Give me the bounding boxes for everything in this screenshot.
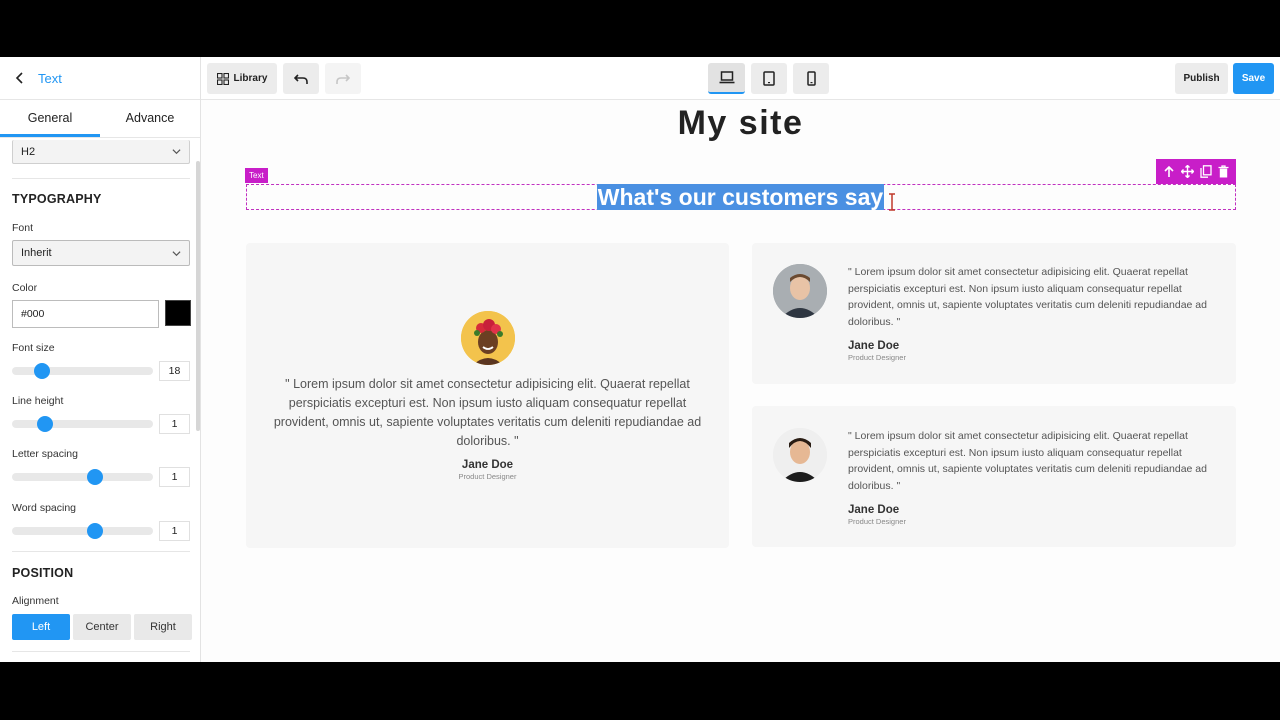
color-label: Color (12, 282, 38, 294)
font-size-label: Font size (12, 342, 55, 354)
slider-thumb[interactable] (37, 416, 53, 432)
testimonial-name: Jane Doe (461, 459, 514, 471)
divider (12, 178, 190, 179)
copy-icon[interactable] (1200, 165, 1212, 178)
person-photo-icon (461, 311, 515, 365)
editor-toolbar: Library Publish Save (201, 57, 1280, 100)
grid-icon (216, 72, 229, 85)
testimonial-role: Product Designer (458, 472, 517, 481)
align-right-button[interactable]: Right (134, 614, 192, 640)
page-builder-app: Text General Advance H2 TYPOGRAPHY Font … (0, 57, 1280, 662)
testimonial-name: Jane Doe (848, 340, 900, 352)
library-button[interactable]: Library (207, 63, 277, 94)
redo-button[interactable] (325, 63, 361, 94)
font-size-slider[interactable] (12, 363, 153, 379)
person-photo-icon (773, 264, 827, 318)
testimonial-quote: " Lorem ipsum dolor sit amet consectetur… (848, 430, 1207, 492)
tablet-view-button[interactable] (751, 63, 787, 94)
testimonial-quote: " Lorem ipsum dolor sit amet consectetur… (848, 266, 1207, 328)
site-title[interactable]: My site (201, 104, 1280, 143)
avatar (773, 264, 827, 318)
redo-icon (336, 73, 350, 84)
slider-thumb[interactable] (87, 523, 103, 539)
position-title: POSITION (12, 566, 74, 580)
font-size-slider-row: 18 (12, 360, 190, 382)
line-height-input[interactable]: 1 (159, 414, 190, 434)
line-height-slider[interactable] (12, 416, 153, 432)
tablet-icon (763, 71, 775, 86)
desktop-view-button[interactable] (708, 63, 745, 94)
line-height-label: Line height (12, 395, 64, 407)
word-spacing-label: Word spacing (12, 502, 77, 514)
back-arrow-icon[interactable] (14, 72, 26, 84)
sidebar-tabs: General Advance (0, 100, 200, 138)
color-row: #000 (12, 300, 191, 328)
selected-element-tag: Text (245, 168, 268, 183)
person-photo-icon (773, 428, 827, 482)
testimonial-card[interactable]: " Lorem ipsum dolor sit amet consectetur… (752, 406, 1236, 547)
text-cursor-icon (889, 193, 895, 211)
editor-canvas[interactable]: My site Text What's our customers say " … (201, 100, 1280, 662)
sidebar-header: Text (0, 57, 200, 100)
chevron-down-icon (172, 149, 181, 155)
align-center-button[interactable]: Center (73, 614, 131, 640)
alignment-buttons: Left Center Right (12, 614, 192, 640)
font-size-input[interactable]: 18 (159, 361, 190, 381)
tab-general[interactable]: General (0, 100, 100, 137)
testimonial-card[interactable]: " Lorem ipsum dolor sit amet consectetur… (752, 243, 1236, 384)
alignment-label: Alignment (12, 595, 59, 607)
publish-button[interactable]: Publish (1175, 63, 1228, 94)
letter-spacing-input[interactable]: 1 (159, 467, 190, 487)
align-left-button[interactable]: Left (12, 614, 70, 640)
avatar (461, 311, 515, 365)
font-label: Font (12, 222, 34, 234)
mobile-view-button[interactable] (793, 63, 829, 94)
sidebar-title[interactable]: Text (38, 71, 62, 86)
line-height-slider-row: 1 (12, 413, 190, 435)
testimonial-role: Product Designer (848, 517, 906, 526)
divider (12, 651, 190, 652)
heading-selected-text[interactable]: What's our customers say (596, 184, 885, 210)
undo-icon (294, 73, 308, 84)
heading-tag-select[interactable]: H2 (12, 140, 190, 164)
color-input[interactable]: #000 (12, 300, 159, 328)
chevron-down-icon (172, 250, 181, 256)
font-value: Inherit (21, 247, 52, 259)
word-spacing-input[interactable]: 1 (159, 521, 190, 541)
testimonial-name: Jane Doe (848, 504, 900, 516)
save-button[interactable]: Save (1233, 63, 1274, 94)
slider-thumb[interactable] (87, 469, 103, 485)
letter-spacing-slider-row: 1 (12, 466, 190, 488)
letter-spacing-label: Letter spacing (12, 448, 78, 460)
divider (12, 551, 190, 552)
element-toolbar (1156, 159, 1236, 184)
slider-thumb[interactable] (34, 363, 50, 379)
settings-sidebar: Text General Advance H2 TYPOGRAPHY Font … (0, 57, 201, 662)
color-swatch[interactable] (165, 300, 191, 326)
testimonial-card-featured[interactable]: " Lorem ipsum dolor sit amet consectetur… (246, 243, 729, 548)
library-label: Library (233, 73, 268, 84)
phone-icon (806, 71, 816, 86)
laptop-icon (719, 71, 734, 84)
arrow-up-icon[interactable] (1163, 165, 1175, 178)
testimonial-role: Product Designer (848, 353, 906, 362)
heading-tag-value: H2 (21, 145, 36, 158)
word-spacing-slider[interactable] (12, 523, 153, 539)
word-spacing-slider-row: 1 (12, 520, 190, 542)
section-heading[interactable]: What's our customers say (201, 184, 1280, 211)
undo-button[interactable] (283, 63, 319, 94)
font-select[interactable]: Inherit (12, 240, 190, 266)
letter-spacing-slider[interactable] (12, 469, 153, 485)
trash-icon[interactable] (1218, 165, 1229, 178)
typography-title: TYPOGRAPHY (12, 192, 102, 206)
testimonial-quote: " Lorem ipsum dolor sit amet consectetur… (273, 377, 702, 448)
move-icon[interactable] (1181, 165, 1194, 178)
tab-advance[interactable]: Advance (100, 100, 200, 137)
sidebar-scrollbar[interactable] (196, 161, 200, 431)
avatar (773, 428, 827, 482)
